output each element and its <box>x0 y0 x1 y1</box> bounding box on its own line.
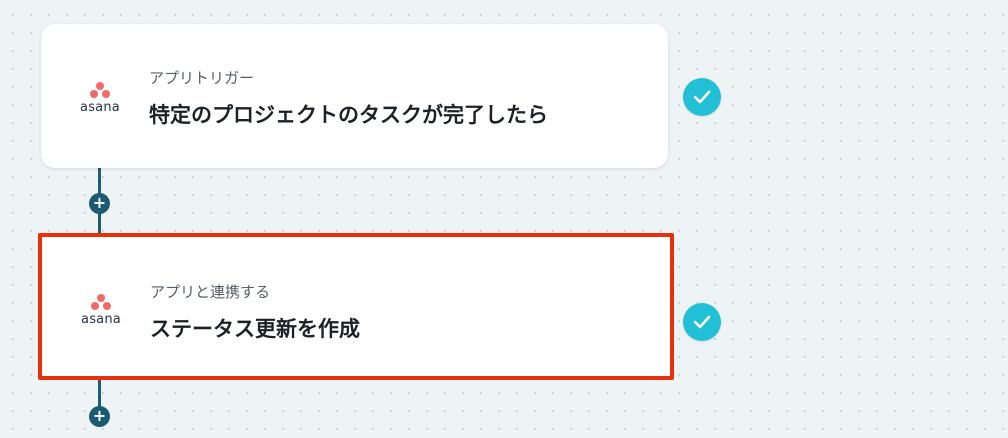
asana-logo: asana <box>76 293 126 333</box>
step-type-label: アプリトリガー <box>149 69 255 87</box>
app-name: asana <box>81 312 121 327</box>
app-name: asana <box>80 100 120 115</box>
check-icon[interactable] <box>683 303 721 341</box>
add-step-button[interactable]: + <box>89 406 110 427</box>
step-title: ステータス更新を作成 <box>150 317 360 341</box>
step-title: 特定のプロジェクトのタスクが完了したら <box>149 103 548 127</box>
check-icon[interactable] <box>683 78 721 116</box>
flow-step-trigger[interactable]: asana アプリトリガー 特定のプロジェクトのタスクが完了したら <box>41 24 668 168</box>
asana-logo: asana <box>75 81 125 121</box>
flow-step-action[interactable]: asana アプリと連携する ステータス更新を作成 <box>38 233 674 380</box>
add-step-button[interactable]: + <box>89 193 110 214</box>
step-type-label: アプリと連携する <box>150 283 271 301</box>
